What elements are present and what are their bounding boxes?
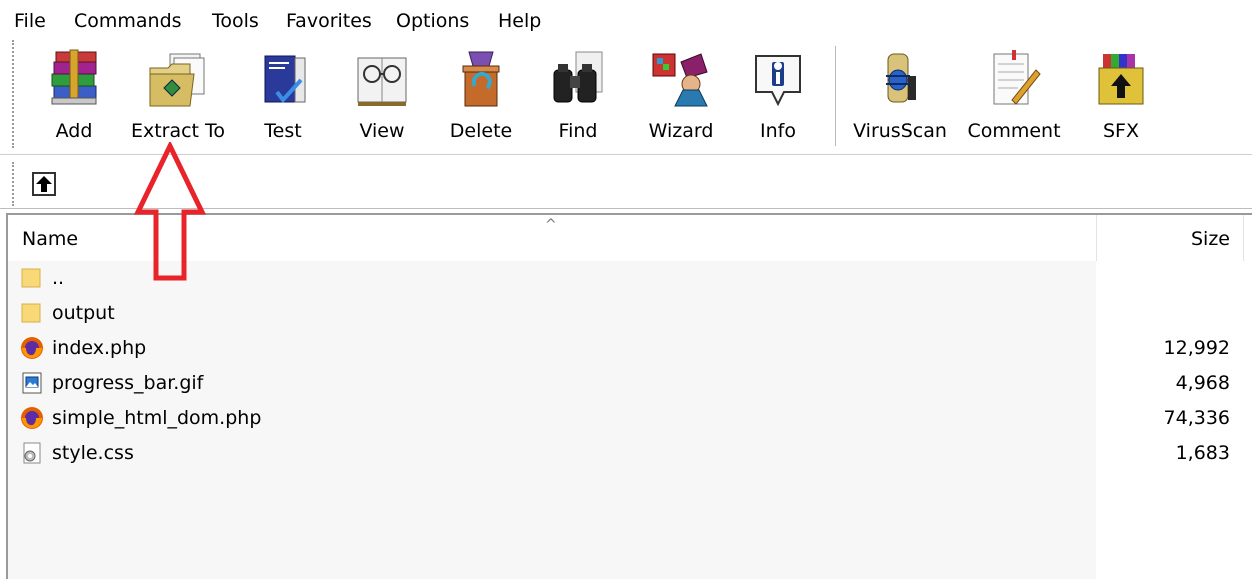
up-arrow-icon <box>32 172 56 196</box>
file-name: index.php <box>52 337 147 359</box>
find-button[interactable]: Find <box>538 44 618 148</box>
add-label: Add <box>55 120 93 142</box>
menu-favorites[interactable]: Favorites <box>286 9 372 33</box>
file-size: 1,683 <box>1175 442 1230 464</box>
virusscan-button[interactable]: VirusScan <box>848 44 952 148</box>
info-label: Info <box>760 120 796 142</box>
find-label: Find <box>558 120 598 142</box>
file-row-style-css[interactable]: style.css 1,683 <box>8 436 1252 470</box>
extract-folder-icon <box>146 48 210 112</box>
sort-caret-icon: ^ <box>545 217 557 233</box>
wizard-icon <box>649 48 713 112</box>
test-label: Test <box>264 120 302 142</box>
toolbar-grip[interactable] <box>12 40 14 148</box>
menu-help[interactable]: Help <box>498 9 541 33</box>
file-name: output <box>52 302 115 324</box>
column-divider[interactable] <box>1243 215 1244 261</box>
extract-to-label: Extract To <box>130 120 226 142</box>
view-label: View <box>359 120 405 142</box>
file-row-simple-html-dom-php[interactable]: simple_html_dom.php 74,336 <box>8 401 1252 435</box>
menu-options[interactable]: Options <box>396 9 469 33</box>
virusscan-label: VirusScan <box>853 120 947 142</box>
file-row-progress-bar-gif[interactable]: progress_bar.gif 4,968 <box>8 366 1252 400</box>
delete-recycle-icon <box>449 48 513 112</box>
file-row-index-php[interactable]: index.php 12,992 <box>8 331 1252 365</box>
view-button[interactable]: View <box>342 44 422 148</box>
delete-label: Delete <box>449 120 513 142</box>
file-name: .. <box>52 267 65 289</box>
file-size: 12,992 <box>1163 337 1230 359</box>
menu-bar: File Commands Tools Favorites Options He… <box>0 0 1252 40</box>
file-name: style.css <box>52 442 134 464</box>
comment-button[interactable]: Comment <box>962 44 1066 148</box>
annotation-arrow <box>134 142 206 281</box>
sfx-button[interactable]: SFX <box>1082 44 1160 148</box>
find-binoculars-icon <box>546 48 610 112</box>
add-button[interactable]: Add <box>34 44 114 148</box>
up-one-level-button[interactable] <box>32 172 56 196</box>
toolbar: Add Extract To Test View Delete Find Wiz… <box>0 40 1252 154</box>
file-name: progress_bar.gif <box>52 372 204 394</box>
menu-commands[interactable]: Commands <box>74 9 182 33</box>
virusscan-bug-icon <box>868 48 932 112</box>
menu-tools[interactable]: Tools <box>212 9 259 33</box>
folder-icon <box>20 301 44 325</box>
sfx-archive-icon <box>1089 48 1153 112</box>
comment-notepad-icon <box>982 48 1046 112</box>
comment-label: Comment <box>967 120 1061 142</box>
file-size: 4,968 <box>1175 372 1230 394</box>
firefox-icon <box>20 406 44 430</box>
view-glasses-book-icon <box>350 48 414 112</box>
toolbar-separator <box>835 46 837 146</box>
rar-books-icon <box>42 48 106 112</box>
address-bar-grip[interactable] <box>12 162 14 206</box>
wizard-label: Wizard <box>648 120 714 142</box>
sfx-label: SFX <box>1102 120 1139 142</box>
menu-file[interactable]: File <box>14 9 46 33</box>
column-size-header[interactable]: Size <box>1191 228 1230 250</box>
file-row-output[interactable]: output <box>8 296 1252 330</box>
folder-icon <box>20 266 44 290</box>
css-file-icon <box>20 441 44 465</box>
delete-button[interactable]: Delete <box>441 44 521 148</box>
image-file-icon <box>20 371 44 395</box>
column-name-header[interactable]: Name <box>22 228 78 250</box>
extract-to-button[interactable]: Extract To <box>128 44 228 148</box>
column-divider[interactable] <box>1096 215 1097 261</box>
test-book-check-icon <box>251 48 315 112</box>
info-icon <box>746 48 810 112</box>
file-size: 74,336 <box>1163 407 1230 429</box>
firefox-icon <box>20 336 44 360</box>
test-button[interactable]: Test <box>243 44 323 148</box>
info-button[interactable]: Info <box>738 44 818 148</box>
file-name: simple_html_dom.php <box>52 407 262 429</box>
wizard-button[interactable]: Wizard <box>636 44 726 148</box>
